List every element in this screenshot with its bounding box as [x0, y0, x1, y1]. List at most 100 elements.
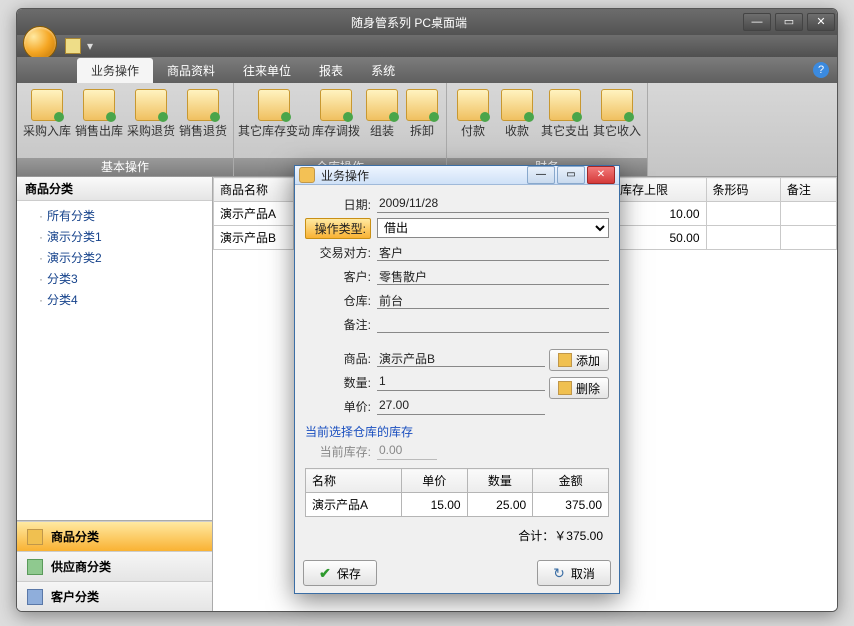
ribbon-group-basic: 采购入库 销售出库 采购退货 销售退货 基本操作: [17, 83, 234, 176]
nav-products[interactable]: 商品分类: [17, 521, 212, 551]
tab-reports[interactable]: 报表: [305, 58, 357, 83]
tree-item[interactable]: 演示分类2: [25, 247, 204, 268]
stock-label: 当前库存:: [305, 443, 371, 460]
disassemble-icon: [406, 89, 438, 121]
tree-item[interactable]: 所有分类: [25, 205, 204, 226]
delete-icon: [558, 381, 572, 395]
qty-label: 数量:: [305, 374, 371, 391]
stock-value: 0.00: [377, 442, 437, 460]
col-name[interactable]: 商品名称: [214, 178, 294, 202]
ribbon-disassemble[interactable]: 拆卸: [402, 85, 442, 156]
tab-system[interactable]: 系统: [357, 58, 409, 83]
ribbon-pay[interactable]: 付款: [451, 85, 495, 156]
app-orb-icon[interactable]: [23, 26, 57, 60]
ribbon-other-income[interactable]: 其它收入: [591, 85, 643, 156]
ribbon-tabs: 业务操作 商品资料 往来单位 报表 系统 ?: [17, 57, 837, 83]
customer-label: 客户:: [305, 268, 371, 285]
warehouse-label: 仓库:: [305, 292, 371, 309]
nav-stack: 商品分类 供应商分类 客户分类: [17, 520, 212, 611]
stock-section-header: 当前选择仓库的库存: [305, 423, 609, 440]
sales-return-icon: [187, 89, 219, 121]
nav-suppliers[interactable]: 供应商分类: [17, 551, 212, 581]
window-title: 随身管系列 PC桌面端: [77, 14, 741, 31]
price-field[interactable]: 27.00: [377, 397, 545, 415]
maximize-button[interactable]: ▭: [775, 13, 803, 31]
price-label: 单价:: [305, 398, 371, 415]
items-table: 名称 单价 数量 金额 演示产品A 15.00 25.00 375.00: [305, 468, 609, 517]
folder-icon: [27, 529, 43, 545]
nav-customers[interactable]: 客户分类: [17, 581, 212, 611]
minimize-button[interactable]: —: [743, 13, 771, 31]
warehouse-field[interactable]: 前台: [377, 291, 609, 309]
receive-icon: [501, 89, 533, 121]
ribbon-other-expense[interactable]: 其它支出: [539, 85, 591, 156]
dialog-minimize-button[interactable]: —: [527, 166, 555, 184]
delete-item-button[interactable]: 删除: [549, 377, 609, 399]
ribbon: 采购入库 销售出库 采购退货 销售退货 基本操作 其它库存变动 库存调拨 组装 …: [17, 83, 837, 177]
ribbon-purchase-in[interactable]: 采购入库: [21, 85, 73, 156]
assemble-icon: [366, 89, 398, 121]
add-item-button[interactable]: 添加: [549, 349, 609, 371]
ribbon-other-stock[interactable]: 其它库存变动: [238, 85, 310, 156]
add-icon: [558, 353, 572, 367]
col-note[interactable]: 备注: [780, 178, 836, 202]
dialog-titlebar[interactable]: 业务操作 — ▭ ✕: [295, 166, 619, 185]
tab-products[interactable]: 商品资料: [153, 58, 229, 83]
save-button[interactable]: ✔保存: [303, 560, 377, 586]
tree-item[interactable]: 分类4: [25, 289, 204, 310]
product-label: 商品:: [305, 350, 371, 367]
dialog-close-button[interactable]: ✕: [587, 166, 615, 184]
quick-open-icon[interactable]: [65, 38, 81, 54]
tree-item[interactable]: 演示分类1: [25, 226, 204, 247]
other-income-icon: [601, 89, 633, 121]
table-row[interactable]: 演示产品A 15.00 25.00 375.00: [306, 493, 609, 517]
other-stock-icon: [258, 89, 290, 121]
ribbon-receive[interactable]: 收款: [495, 85, 539, 156]
transfer-icon: [320, 89, 352, 121]
ribbon-group-finance: 付款 收款 其它支出 其它收入 财务: [447, 83, 648, 176]
ribbon-transfer[interactable]: 库存调拨: [310, 85, 362, 156]
party-label: 交易对方:: [305, 244, 371, 261]
pay-icon: [457, 89, 489, 121]
operation-type-select[interactable]: 借出: [377, 218, 609, 238]
left-nav-header: 商品分类: [17, 177, 212, 201]
quick-access-bar: ▾: [17, 35, 837, 57]
cancel-button[interactable]: ↻取消: [537, 560, 611, 586]
total-row: 合计：￥375.00: [305, 517, 609, 548]
other-expense-icon: [549, 89, 581, 121]
help-icon[interactable]: ?: [813, 62, 829, 78]
note-field[interactable]: [377, 315, 609, 333]
product-field[interactable]: 演示产品B: [377, 349, 545, 367]
dialog-footer: ✔保存 ↻取消: [295, 554, 619, 596]
category-tree: 所有分类 演示分类1 演示分类2 分类3 分类4: [17, 201, 212, 520]
ribbon-purchase-return[interactable]: 采购退货: [125, 85, 177, 156]
ribbon-sales-out[interactable]: 销售出库: [73, 85, 125, 156]
purchase-in-icon: [31, 89, 63, 121]
refresh-icon: ↻: [553, 565, 565, 582]
ribbon-assemble[interactable]: 组装: [362, 85, 402, 156]
titlebar: 随身管系列 PC桌面端 — ▭ ✕: [17, 9, 837, 35]
tab-contacts[interactable]: 往来单位: [229, 58, 305, 83]
business-operation-dialog: 业务操作 — ▭ ✕ 日期: 2009/11/28 操作类型: 借出 交易对方: 客户…: [294, 165, 620, 594]
ribbon-sales-return[interactable]: 销售退货: [177, 85, 229, 156]
truck-icon: [27, 559, 43, 575]
tab-business[interactable]: 业务操作: [77, 58, 153, 83]
left-nav: 商品分类 所有分类 演示分类1 演示分类2 分类3 分类4 商品分类 供应商分类…: [17, 177, 213, 611]
person-icon: [27, 589, 43, 605]
dialog-body: 日期: 2009/11/28 操作类型: 借出 交易对方: 客户 客户: 零售散户 仓库…: [295, 185, 619, 554]
col-barcode[interactable]: 条形码: [706, 178, 780, 202]
tree-item[interactable]: 分类3: [25, 268, 204, 289]
qty-field[interactable]: 1: [377, 373, 545, 391]
date-label: 日期:: [305, 196, 371, 213]
type-label: 操作类型:: [305, 218, 371, 239]
dialog-maximize-button[interactable]: ▭: [557, 166, 585, 184]
sales-out-icon: [83, 89, 115, 121]
party-field[interactable]: 客户: [377, 243, 609, 261]
close-button[interactable]: ✕: [807, 13, 835, 31]
purchase-return-icon: [135, 89, 167, 121]
date-field[interactable]: 2009/11/28: [377, 195, 609, 213]
customer-field[interactable]: 零售散户: [377, 267, 609, 285]
col-upper[interactable]: 库存上限: [614, 178, 707, 202]
ribbon-group-warehouse: 其它库存变动 库存调拨 组装 拆卸 仓库操作: [234, 83, 447, 176]
check-icon: ✔: [319, 565, 331, 582]
